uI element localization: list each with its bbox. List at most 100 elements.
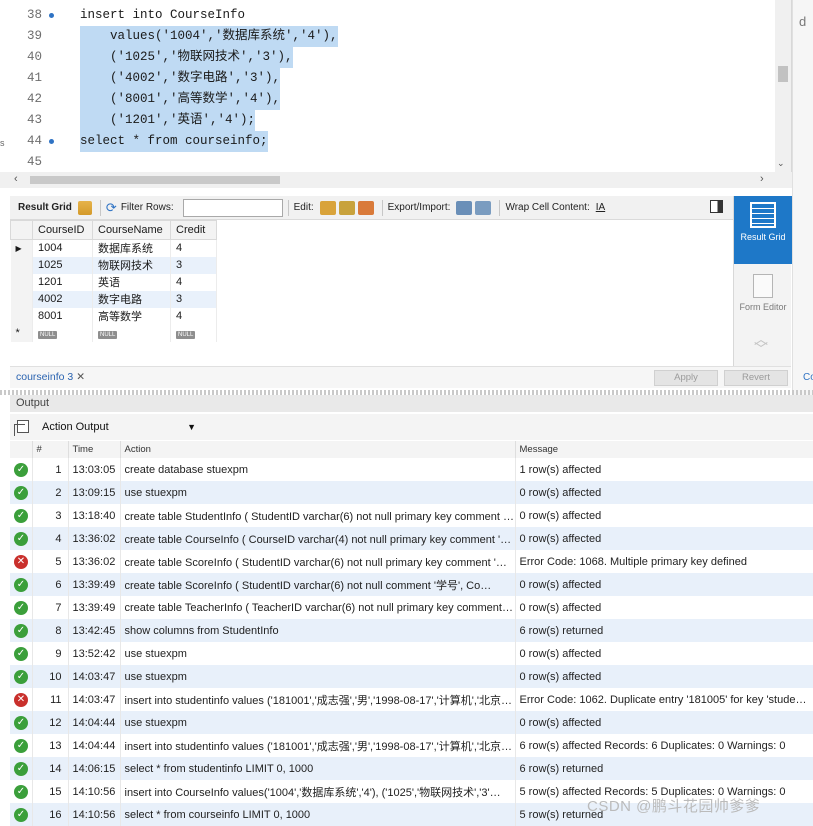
output-row[interactable]: ✓ 12 14:04:44 use stuexpm 0 row(s) affected [10,711,813,734]
grid-cell[interactable]: 4 [170,273,217,291]
output-row[interactable]: ✓ 10 14:03:47 use stuexpm 0 row(s) affected [10,665,813,688]
result-grid-label: Result Grid [18,202,72,213]
grid-cell[interactable]: 1201 [32,273,93,291]
result-toolbar: Result Grid ⟳ Filter Rows: Edit: Export/… [10,196,733,220]
grid-cell[interactable]: 3 [170,290,217,308]
output-row[interactable]: ✓ 6 13:39:49 create table ScoreInfo ( Stude… [10,573,813,596]
toolbar-separator [287,199,289,216]
scroll-left-icon[interactable]: ‹ [14,173,18,185]
output-row[interactable]: ✓ 14 14:06:15 select * from studentinfo LIM… [10,757,813,780]
output-row[interactable]: ✓ 3 13:18:40 create table StudentInfo ( Stu… [10,504,813,527]
output-time-cell: 13:03:05 [68,458,121,481]
wrap-cell-icon[interactable]: IA [596,202,605,213]
output-row[interactable]: ✓ 9 13:52:42 use stuexpm 0 row(s) affected [10,642,813,665]
table-row[interactable]: 1201 英语 4 [10,273,217,291]
more-views-chevron-icon[interactable]: ︿ ﹀ [754,332,768,356]
left-margin-mark: s [0,138,5,148]
insert-row-icon[interactable] [338,200,355,215]
refresh-icon[interactable]: ⟳ [106,200,117,216]
output-time-cell: 13:52:42 [68,642,121,665]
result-grid-view-button[interactable]: Result Grid [734,196,792,264]
grid-cell[interactable]: 1025 [32,256,93,274]
row-header[interactable] [10,290,33,308]
grid-cell[interactable]: 英语 [92,273,171,291]
table-row[interactable]: 1025 物联网技术 3 [10,256,217,274]
output-column-header[interactable]: # [32,441,69,458]
output-body: ✓ 1 13:03:05 create database stuexpm 1 row(s… [10,458,813,826]
row-header[interactable] [10,307,33,325]
scroll-down-icon[interactable]: ⌄ [777,158,785,169]
code-line[interactable]: 43 ('1201','英语','4'); [0,110,775,131]
tab-courseinfo-3[interactable]: courseinfo 3 ✕ [16,371,85,383]
code-line[interactable]: 40 ('1025','物联网技术','3'), [0,47,775,68]
output-column-header[interactable]: Message [515,441,813,458]
row-header[interactable] [10,256,33,274]
output-action-cell: use stuexpm [120,642,516,665]
output-row[interactable]: ✓ 13 14:04:44 insert into studentinfo value… [10,734,813,757]
result-grid[interactable]: CourseID CourseName Credit ▶ 1004 数据库系统 4 10… [10,220,733,366]
apply-button[interactable]: Apply [654,370,718,386]
copy-icon[interactable] [14,420,29,436]
grid-cell[interactable]: 数据库系统 [92,239,171,257]
table-row[interactable]: 4002 数字电路 3 [10,290,217,308]
grid-cell[interactable]: 4 [170,239,217,257]
grid-cell[interactable]: 高等数学 [92,307,171,325]
edit-row-icon[interactable] [319,200,336,215]
grid-cell[interactable]: 4 [170,307,217,325]
output-row[interactable]: ✓ 2 13:09:15 use stuexpm 0 row(s) affected [10,481,813,504]
scrollbar-thumb[interactable] [30,176,280,184]
revert-button[interactable]: Revert [724,370,788,386]
output-type-select[interactable]: Action Output ▼ [38,418,198,436]
grid-cell[interactable]: 1004 [32,239,93,257]
output-column-header[interactable]: Action [120,441,516,458]
grid-cell[interactable]: 物联网技术 [92,256,171,274]
grid-cell[interactable]: 8001 [32,307,93,325]
filter-rows-input[interactable] [182,198,283,217]
export-icon[interactable] [456,200,473,215]
null-cell[interactable]: NULL [92,324,171,342]
grid-cell[interactable]: 3 [170,256,217,274]
output-row[interactable]: ✕ 11 14:03:47 insert into studentinfo value… [10,688,813,711]
column-header[interactable]: Credit [170,220,217,240]
code-line[interactable]: 45 [0,152,775,173]
line-number: 44 [26,134,42,148]
code-line[interactable]: 38 insert into CourseInfo [0,5,775,26]
editor-horizontal-scrollbar[interactable]: ‹ › [0,172,792,188]
close-icon[interactable]: ✕ [76,371,85,383]
column-header[interactable]: CourseID [32,220,93,240]
output-action-cell: select * from courseinfo LIMIT 0, 1000 [120,803,516,826]
column-header[interactable]: CourseName [92,220,171,240]
scrollbar-thumb[interactable] [778,66,788,82]
current-row-arrow-icon[interactable]: ▶ [10,239,33,257]
code-line[interactable]: 42 ('8001','高等数学','4'), [0,89,775,110]
table-row[interactable]: 8001 高等数学 4 [10,307,217,325]
grid-layout-icon[interactable] [77,200,92,215]
editor-vertical-scrollbar[interactable]: ⌄ [775,0,791,172]
toggle-panel-icon[interactable] [710,200,723,213]
table-row[interactable]: ▶ 1004 数据库系统 4 [10,239,217,257]
result-grid-body: ▶ 1004 数据库系统 4 1025 物联网技术 3 1201 英语 4 4002 数字电路 3 800… [10,239,217,342]
output-column-header[interactable]: Time [68,441,121,458]
code-line[interactable]: 44 select * from courseinfo; [0,131,775,152]
output-row[interactable]: ✓ 8 13:42:45 show columns from StudentInfo 6… [10,619,813,642]
null-cell[interactable]: NULL [32,324,93,342]
sql-editor[interactable]: 38 insert into CourseInfo 39 values('1004'… [0,0,792,188]
output-row[interactable]: ✓ 7 13:39:49 create table TeacherInfo ( Tea… [10,596,813,619]
code-line[interactable]: 41 ('4002','数字电路','3'), [0,68,775,89]
delete-row-icon[interactable] [357,200,374,215]
code-line[interactable]: 39 values('1004','数据库系统','4'), [0,26,775,47]
code-text: ('4002','数字电路','3'), [80,68,281,89]
scroll-right-icon[interactable]: › [760,173,764,185]
new-row[interactable]: * NULL NULL NULL [10,324,217,342]
status-cell: ✓ [10,596,33,619]
output-row[interactable]: ✓ 1 13:03:05 create database stuexpm 1 row(s… [10,458,813,481]
grid-cell[interactable]: 数字电路 [92,290,171,308]
grid-cell[interactable]: 4002 [32,290,93,308]
status-cell: ✓ [10,780,33,803]
null-cell[interactable]: NULL [170,324,217,342]
form-editor-view-button[interactable]: Form Editor [734,268,792,328]
row-header[interactable] [10,273,33,291]
import-icon[interactable] [475,200,492,215]
output-row[interactable]: ✕ 5 13:36:02 create table ScoreInfo ( Stude… [10,550,813,573]
output-row[interactable]: ✓ 4 13:36:02 create table CourseInfo ( Cour… [10,527,813,550]
